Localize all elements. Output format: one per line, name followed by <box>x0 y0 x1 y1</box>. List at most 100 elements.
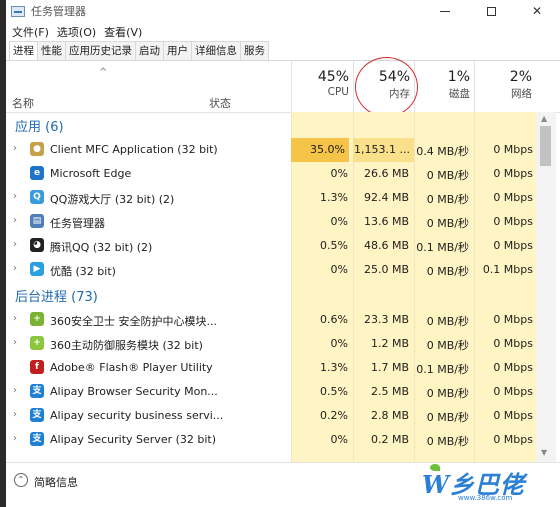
scroll-down-icon[interactable]: ▼ <box>541 448 547 457</box>
process-row[interactable]: › ▶ 优酷 (32 bit) 0% 25.0 MB 0 MB/秒 0.1 Mbps <box>6 258 560 282</box>
fewer-details-link[interactable]: 简略信息 <box>34 474 78 490</box>
alipay-icon: 支 <box>30 408 44 422</box>
process-cpu: 0% <box>330 215 348 228</box>
process-memory: 1,153.1 ... <box>353 138 414 162</box>
close-button[interactable]: ✕ <box>514 0 560 22</box>
process-cpu: 0.2% <box>320 409 348 422</box>
process-network: 0 Mbps <box>493 337 533 350</box>
process-disk: 0 MB/秒 <box>426 339 469 352</box>
maximize-button[interactable] <box>468 0 514 22</box>
process-cpu: 1.3% <box>320 361 348 374</box>
cpu-label: CPU <box>327 86 349 98</box>
minimize-button[interactable] <box>422 0 468 22</box>
tab-details[interactable]: 详细信息 <box>191 41 241 60</box>
process-disk: 0 MB/秒 <box>426 435 469 448</box>
process-disk: 0.1 MB/秒 <box>416 363 469 376</box>
process-row[interactable]: e Microsoft Edge 0% 26.6 MB 0 MB/秒 0 Mbps <box>6 162 560 186</box>
process-memory: 23.3 MB <box>363 313 409 326</box>
process-name: 优酷 (32 bit) <box>50 265 116 278</box>
process-cpu: 35.0% <box>291 138 349 162</box>
process-memory: 92.4 MB <box>363 191 409 204</box>
sort-up-icon[interactable]: ^ <box>99 67 107 78</box>
expand-chevron-icon[interactable]: › <box>13 313 17 324</box>
process-network: 0 Mbps <box>493 239 533 252</box>
qq-penguin-icon: ◕ <box>30 238 44 252</box>
process-disk: 0 MB/秒 <box>426 217 469 230</box>
network-label: 网络 <box>511 88 532 100</box>
expand-chevron-icon[interactable]: › <box>13 409 17 420</box>
expand-chevron-icon[interactable]: › <box>13 239 17 250</box>
menu-file[interactable]: 文件(F) <box>10 24 55 40</box>
column-status[interactable]: 状态 <box>209 95 231 111</box>
process-network: 0 Mbps <box>493 313 533 326</box>
title-bar: 任务管理器 ✕ <box>6 0 560 22</box>
menu-view[interactable]: 查看(V) <box>102 24 148 40</box>
process-row[interactable]: › ◕ 腾讯QQ (32 bit) (2) 0.5% 48.6 MB 0.1 MB/秒 0 … <box>6 234 560 258</box>
disk-label: 磁盘 <box>449 88 470 100</box>
process-row[interactable]: › 支 Alipay security business servi... 0.2% 2… <box>6 404 560 428</box>
menu-options[interactable]: 选项(O) <box>55 24 102 40</box>
window-title: 任务管理器 <box>31 5 86 18</box>
expand-chevron-icon[interactable]: › <box>13 263 17 274</box>
process-disk: 0 MB/秒 <box>426 193 469 206</box>
column-network[interactable]: 2% 网络 <box>474 61 536 112</box>
process-row[interactable]: › ● Client MFC Application (32 bit) 35.0% 1,… <box>6 138 560 162</box>
tab-services[interactable]: 服务 <box>240 41 269 60</box>
process-row[interactable]: f Adobe® Flash® Player Utility 1.3% 1.7 MB 0… <box>6 356 560 380</box>
process-cpu: 0% <box>330 337 348 350</box>
tab-app-history[interactable]: 应用历史记录 <box>65 41 136 60</box>
close-icon: ✕ <box>531 4 543 18</box>
process-disk: 0 MB/秒 <box>426 411 469 424</box>
process-network: 0 Mbps <box>493 361 533 374</box>
task-manager-app-icon <box>11 5 25 17</box>
tab-users[interactable]: 用户 <box>163 41 192 60</box>
edge-icon: e <box>30 166 44 180</box>
process-row[interactable]: › 支 Alipay Browser Security Mon... 0.5% 2.5 … <box>6 380 560 404</box>
process-row[interactable]: › +360安全卫士 安全防护中心模块... 0.6% 23.3 MB 0 MB/秒 0 … <box>6 308 560 332</box>
maximize-icon <box>486 6 496 16</box>
process-memory: 25.0 MB <box>363 263 409 276</box>
process-memory: 13.6 MB <box>363 215 409 228</box>
process-network: 0 Mbps <box>493 433 533 446</box>
expand-chevron-icon[interactable]: › <box>13 143 17 154</box>
column-cpu[interactable]: 45% CPU <box>291 61 353 112</box>
process-memory: 26.6 MB <box>363 167 409 180</box>
process-memory: 1.7 MB <box>370 361 409 374</box>
process-network: 0 Mbps <box>493 167 533 180</box>
expand-chevron-icon[interactable]: › <box>13 337 17 348</box>
tab-startup[interactable]: 启动 <box>135 41 164 60</box>
process-cpu: 0% <box>330 167 348 180</box>
scrollbar-thumb[interactable] <box>540 126 551 166</box>
process-network: 0 Mbps <box>493 143 533 156</box>
process-name: 腾讯QQ (32 bit) (2) <box>50 241 153 254</box>
expand-chevron-icon[interactable]: › <box>13 433 17 444</box>
scroll-up-icon[interactable]: ▲ <box>541 114 547 123</box>
process-row[interactable]: › ▤ 任务管理器 0% 13.6 MB 0 MB/秒 0 Mbps <box>6 210 560 234</box>
tab-performance[interactable]: 性能 <box>37 41 66 60</box>
process-disk: 0.4 MB/秒 <box>416 145 469 158</box>
group-title: 后台进程 (73) <box>15 290 98 305</box>
column-header-row: ^ 名称 状态 45% CPU 54% 内存 1% 磁盘 2% 网络 <box>6 61 560 113</box>
task-manager-window: 任务管理器 ✕ 文件(F) 选项(O) 查看(V) 进程 性能 应用历史记录 启… <box>6 0 560 507</box>
tab-processes[interactable]: 进程 <box>9 41 38 60</box>
cpu-total-percent: 45% <box>317 69 349 85</box>
process-disk: 0 MB/秒 <box>426 387 469 400</box>
process-row[interactable]: › +360主动防御服务模块 (32 bit) 0% 1.2 MB 0 MB/秒 0 Mb… <box>6 332 560 356</box>
process-name: Microsoft Edge <box>50 167 132 180</box>
memory-annotation-circle <box>355 57 418 117</box>
column-name[interactable]: 名称 <box>12 95 34 111</box>
process-name: Client MFC Application (32 bit) <box>50 143 218 156</box>
column-disk[interactable]: 1% 磁盘 <box>414 61 474 112</box>
process-network: 0 Mbps <box>493 409 533 422</box>
process-memory: 0.2 MB <box>370 433 409 446</box>
expand-chevron-icon[interactable]: › <box>13 191 17 202</box>
expand-chevron-icon[interactable]: › <box>13 385 17 396</box>
process-row[interactable]: › Q QQ游戏大厅 (32 bit) (2) 1.3% 92.4 MB 0 MB/秒 0 … <box>6 186 560 210</box>
minimize-icon <box>440 10 450 12</box>
watermark-url: www.386w.com <box>458 494 513 502</box>
alipay-icon: 支 <box>30 432 44 446</box>
expand-chevron-icon[interactable]: › <box>13 215 17 226</box>
tab-bar: 进程 性能 应用历史记录 启动 用户 详细信息 服务 <box>6 41 560 61</box>
process-row[interactable]: › 支 Alipay Security Server (32 bit) 0% 0.2 M… <box>6 428 560 452</box>
collapse-details-icon[interactable]: ⌃ <box>14 473 28 487</box>
